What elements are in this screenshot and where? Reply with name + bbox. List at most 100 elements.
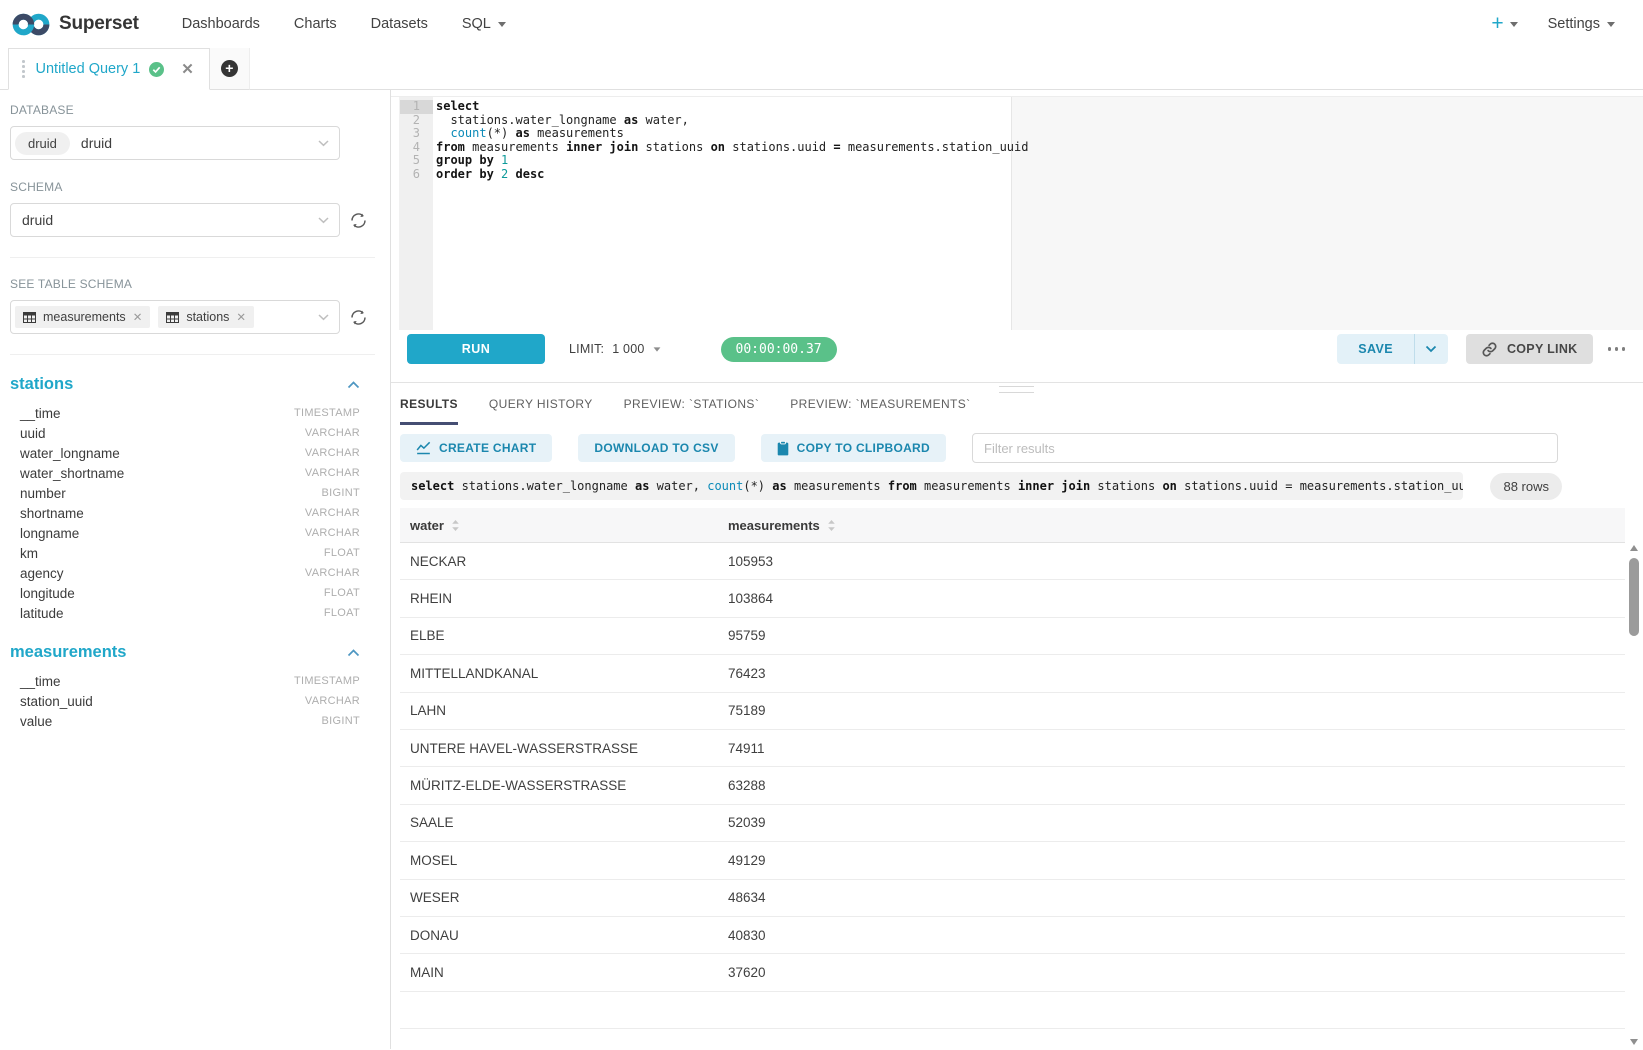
save-button[interactable]: SAVE: [1337, 334, 1414, 364]
tab-results[interactable]: RESULTS: [400, 383, 458, 425]
pane-resize-handle[interactable]: [999, 386, 1034, 393]
sql-editor[interactable]: 123456 select stations.water_longname as…: [399, 97, 1643, 330]
nav-item-sql[interactable]: SQL: [445, 8, 523, 40]
column-row: shortname VARCHAR: [10, 503, 380, 523]
cell-water: SAALE: [400, 815, 718, 830]
caret-down-icon: [1510, 22, 1518, 27]
table-section-header[interactable]: stations: [10, 375, 380, 394]
schema-value: druid: [15, 212, 53, 228]
nav-item-label: Datasets: [371, 16, 428, 32]
main: DATABASE druid druid SCHEMA druid SEE TA: [0, 90, 1643, 1049]
nav-item-dashboards[interactable]: Dashboards: [165, 8, 277, 40]
cell-measurements: 40830: [718, 928, 766, 943]
filter-results-input[interactable]: [972, 433, 1558, 463]
close-icon[interactable]: ✕: [181, 60, 194, 78]
action-buttons: CREATE CHART DOWNLOAD TO CSV COPY TO CLIPB…: [400, 434, 946, 462]
nav-item-datasets[interactable]: Datasets: [354, 8, 445, 40]
table-row: ELBE95759: [400, 618, 1625, 655]
line-number: 3: [400, 127, 433, 141]
tab-preview-measurements-[interactable]: PREVIEW: `MEASUREMENTS`: [790, 383, 970, 425]
copy-to-clipboard-button[interactable]: COPY TO CLIPBOARD: [761, 434, 946, 462]
save-menu-button[interactable]: [1414, 334, 1448, 364]
column-name: value: [20, 714, 52, 729]
column-name: shortname: [20, 506, 84, 521]
schema-tables: stations __time TIMESTAMP uuid VARCHAR water_…: [10, 375, 380, 731]
remove-tag-icon[interactable]: ✕: [133, 310, 143, 324]
add-tab-button[interactable]: +: [210, 48, 250, 90]
create-chart-button[interactable]: CREATE CHART: [400, 434, 552, 462]
check-circle-icon: [149, 62, 164, 77]
navbar: Superset Dashboards Charts Datasets SQL + S…: [0, 0, 1643, 48]
tag-label: measurements: [43, 310, 126, 324]
limit-dropdown[interactable]: LIMIT: 1 000: [569, 342, 661, 356]
table-tag-measurements[interactable]: measurements ✕: [15, 306, 150, 328]
column-type: VARCHAR: [305, 427, 360, 439]
table-section-stations: stations__timeTIMESTAMPuuidVARCHARwater_…: [10, 375, 380, 623]
scrollbar-thumb[interactable]: [1629, 558, 1639, 636]
download-to-csv-button[interactable]: DOWNLOAD TO CSV: [578, 434, 734, 462]
column-type: VARCHAR: [305, 507, 360, 519]
new-menu[interactable]: +: [1491, 12, 1517, 36]
action-button-label: DOWNLOAD TO CSV: [594, 441, 718, 455]
results-scrollbar[interactable]: [1629, 545, 1640, 1045]
column-type: BIGINT: [322, 715, 360, 727]
table-section-header[interactable]: measurements: [10, 643, 380, 662]
column-type: TIMESTAMP: [294, 675, 360, 687]
refresh-schemas-button[interactable]: [348, 210, 368, 230]
table-schema-select[interactable]: measurements✕stations✕: [10, 300, 340, 334]
table-row: DONAU40830: [400, 917, 1625, 954]
tab-preview-stations-[interactable]: PREVIEW: `STATIONS`: [624, 383, 760, 425]
table-tag-stations[interactable]: stations✕: [158, 306, 254, 328]
column-type: FLOAT: [324, 587, 360, 599]
run-button[interactable]: RUN: [407, 334, 545, 364]
nav-item-charts[interactable]: Charts: [277, 8, 354, 40]
code-line: from measurements inner join stations on…: [436, 141, 1643, 155]
schema-select[interactable]: druid: [10, 203, 340, 237]
column-list: __timeTIMESTAMPstation_uuidVARCHARvalueB…: [10, 671, 380, 731]
column-row: kmFLOAT: [10, 543, 380, 563]
cell-measurements: 37620: [718, 965, 766, 980]
column-name: longitude: [20, 586, 75, 601]
save-split-button: SAVE: [1337, 334, 1448, 364]
superset-logo[interactable]: Superset: [12, 12, 139, 37]
caret-down-icon: [498, 22, 506, 27]
remove-tag-icon[interactable]: ✕: [236, 310, 246, 324]
refresh-tables-button[interactable]: [348, 307, 368, 327]
cell-water: WESER: [400, 890, 718, 905]
copy-link-label: COPY LINK: [1507, 342, 1578, 356]
cell-water: UNTERE HAVEL-WASSERSTRASSE: [400, 741, 718, 756]
cell-water: MOSEL: [400, 853, 718, 868]
tab-untitled-query-1[interactable]: Untitled Query 1 ✕: [8, 48, 210, 90]
query-tabbar: Untitled Query 1 ✕ +: [0, 48, 1643, 90]
chevron-down-icon: [318, 217, 329, 224]
column-type: VARCHAR: [305, 447, 360, 459]
tab-query-history[interactable]: QUERY HISTORY: [489, 383, 593, 425]
table-row: RHEIN103864: [400, 580, 1625, 617]
code-area[interactable]: select stations.water_longname as water,…: [433, 97, 1643, 330]
cell-measurements: 105953: [718, 554, 773, 569]
column-row: numberBIGINT: [10, 483, 380, 503]
table-name: stations: [10, 375, 73, 394]
column-header-water[interactable]: water: [400, 518, 718, 533]
scroll-down-icon[interactable]: [1630, 1039, 1638, 1045]
more-icon[interactable]: [1606, 341, 1628, 357]
code-line: select: [436, 100, 1643, 114]
database-select[interactable]: druid druid: [10, 126, 340, 160]
database-type-pill: druid: [15, 132, 70, 155]
table-row: MOSEL49129: [400, 842, 1625, 879]
drag-handle-icon[interactable]: [20, 58, 27, 80]
superset-logo-icon: [12, 12, 50, 37]
column-name: __time: [20, 406, 61, 421]
column-name: water_longname: [20, 446, 120, 461]
column-name: uuid: [20, 426, 46, 441]
copy-link-button[interactable]: COPY LINK: [1466, 334, 1593, 364]
query-preview-row: select stations.water_longname as water,…: [400, 472, 1562, 500]
column-header-measurements[interactable]: measurements: [718, 518, 836, 533]
cell-measurements: 95759: [718, 628, 766, 643]
scroll-up-icon[interactable]: [1630, 545, 1638, 551]
chart-icon: [416, 441, 431, 455]
query-preview: select stations.water_longname as water,…: [400, 472, 1463, 500]
settings-menu[interactable]: Settings: [1548, 16, 1615, 32]
nav-item-label: Charts: [294, 16, 337, 32]
column-type: FLOAT: [324, 547, 360, 559]
